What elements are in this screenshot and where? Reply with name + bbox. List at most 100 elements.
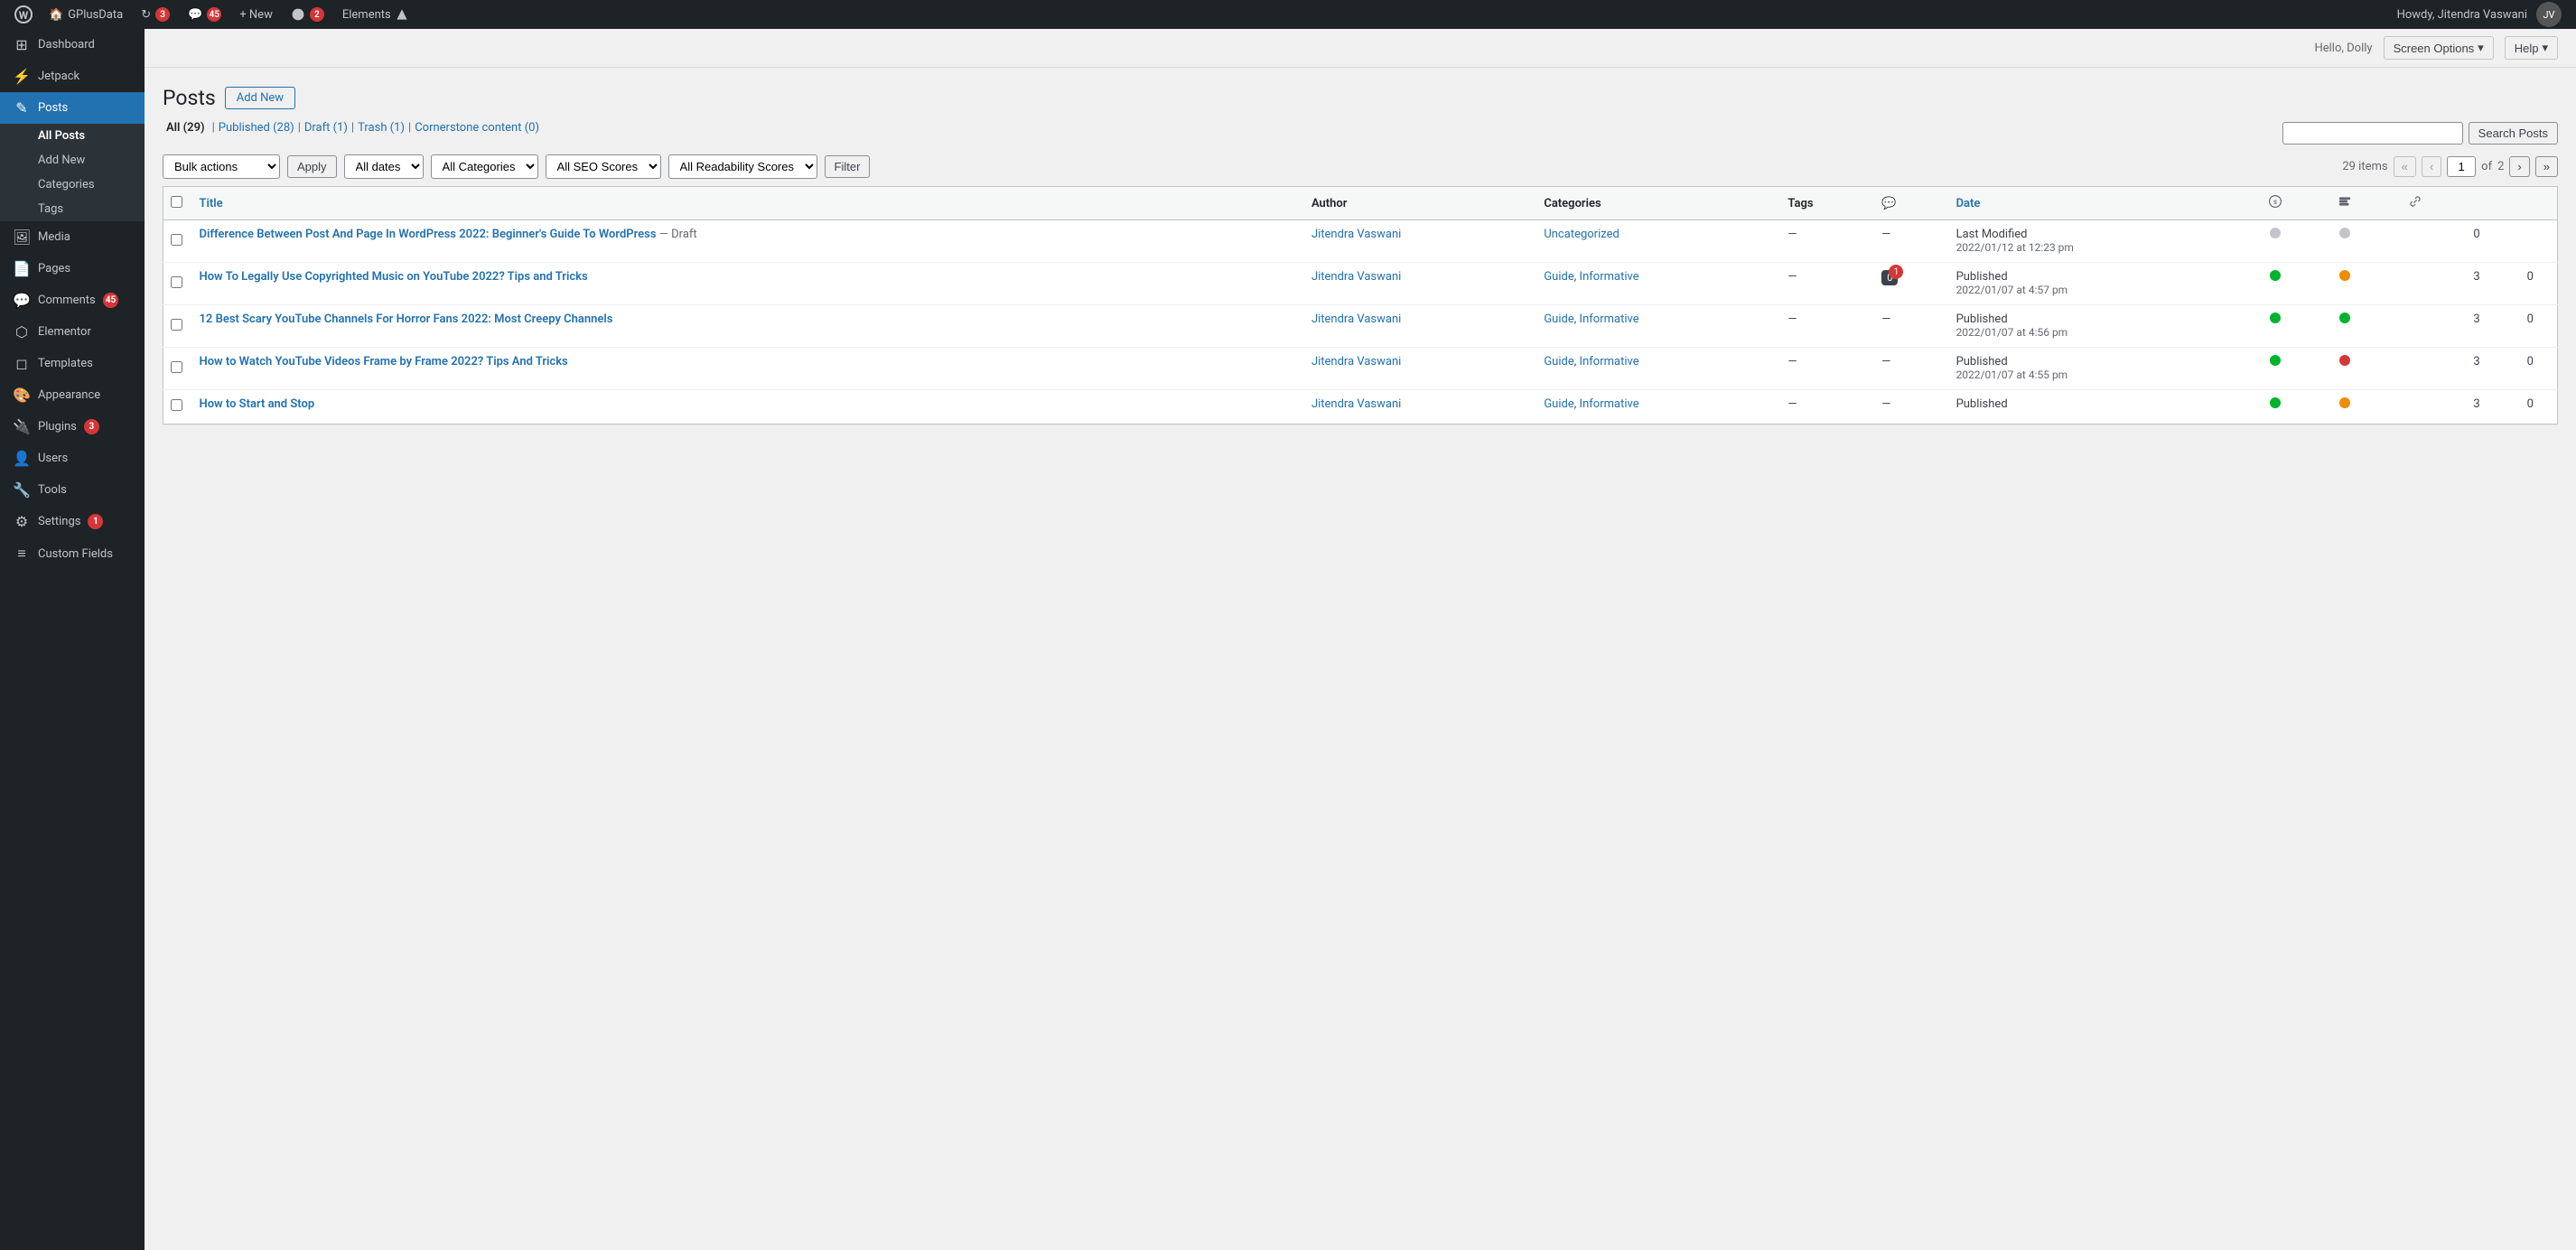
apply-button[interactable]: Apply [287,155,337,178]
wp-content: Hello, Dolly Screen Options ▾ Help ▾ Pos… [145,29,2576,1250]
post-count1-cell: 3 [2450,348,2504,390]
post-title-link[interactable]: How To Legally Use Copyrighted Music on … [200,270,588,284]
sidebar-item-media[interactable]: 🖼 Media [0,221,145,253]
posts-table: Title Author Categories Tags 💬 Date [163,186,2558,424]
adminbar-avatar[interactable]: JV [2536,2,2562,27]
post-title-cell: How To Legally Use Copyrighted Music on … [191,263,1302,305]
sidebar-item-pages[interactable]: 📄 Pages [0,253,145,285]
title-sort-link[interactable]: Title [200,197,223,210]
submenu-tags[interactable]: Tags [0,197,145,221]
post-category-link[interactable]: Informative [1580,355,1639,368]
adminbar-comments[interactable]: 💬 45 [179,0,230,29]
filter-cornerstone[interactable]: Cornerstone content (0) [415,121,539,135]
comment-bubble-wrapper: 0 1 [1881,270,1898,285]
post-title-link[interactable]: 12 Best Scary YouTube Channels For Horro… [200,312,613,326]
sidebar-item-dashboard[interactable]: ⊞ Dashboard [0,29,145,61]
first-page-button[interactable]: « [2394,156,2416,177]
date-sort-link[interactable]: Date [1956,197,1981,210]
post-category-link[interactable]: Informative [1580,312,1639,326]
sidebar-item-settings[interactable]: ⚙ Settings 1 [0,506,145,537]
post-category-link[interactable]: Informative [1580,270,1639,284]
post-category-link[interactable]: Uncategorized [1544,228,1619,241]
sidebar-item-plugins[interactable]: 🔌 Plugins 3 [0,411,145,443]
post-count2-cell [2503,220,2557,263]
post-seo-cell [2240,263,2310,305]
post-links-cell [2380,390,2450,424]
svg-text:S: S [2273,199,2277,206]
seo-dot [2270,270,2281,281]
sidebar-item-comments[interactable]: 💬 Comments 45 [0,285,145,316]
post-author-link[interactable]: Jitendra Vaswani [1311,355,1401,368]
post-title-cell: 12 Best Scary YouTube Channels For Horro… [191,305,1302,348]
sidebar-item-elementor[interactable]: ⬡ Elementor [0,316,145,348]
post-count1-cell: 3 [2450,390,2504,424]
submenu-categories[interactable]: Categories [0,173,145,197]
filter-draft[interactable]: Draft (1) [304,121,348,135]
submenu-all-posts[interactable]: All Posts [0,124,145,148]
readability-filter-select[interactable]: All Readability Scores [668,154,817,179]
filter-trash[interactable]: Trash (1) [358,121,405,135]
sidebar-item-custom-fields[interactable]: ≡ Custom Fields [0,537,145,570]
adminbar-updates[interactable]: ↻ 3 [132,0,179,29]
submenu-add-new[interactable]: Add New [0,148,145,173]
categories-filter-select[interactable]: All Categories [431,154,538,179]
help-chevron-icon: ▾ [2542,41,2548,55]
sidebar-item-users[interactable]: 👤 Users [0,443,145,474]
dates-filter-select[interactable]: All dates [344,154,424,179]
row-checkbox-cell [163,348,191,390]
next-page-button[interactable]: › [2509,156,2529,177]
adminbar-yoast[interactable]: 2 [282,0,333,29]
post-author-link[interactable]: Jitendra Vaswani [1311,397,1401,411]
post-categories-cell: Guide, Informative [1535,305,1778,348]
current-page-input[interactable] [2447,156,2476,177]
post-category-link[interactable]: Guide [1544,397,1573,411]
help-button[interactable]: Help ▾ [2505,36,2558,60]
screen-options-button[interactable]: Screen Options ▾ [2384,36,2494,60]
sidebar-item-jetpack[interactable]: ⚡ Jetpack [0,61,145,92]
add-new-button[interactable]: Add New [225,87,295,109]
row-checkbox[interactable] [171,361,182,373]
search-input[interactable] [2282,122,2463,145]
post-categories-cell: Guide, Informative [1535,263,1778,305]
post-author-link[interactable]: Jitendra Vaswani [1311,228,1401,241]
row-checkbox[interactable] [171,319,182,331]
wp-wrap: ⊞ Dashboard ⚡ Jetpack ✎ Posts All Posts … [0,29,2576,1250]
post-category-link[interactable]: Guide [1544,355,1573,368]
post-category-link[interactable]: Guide [1544,270,1573,284]
filter-button[interactable]: Filter [825,155,871,178]
filter-all[interactable]: All (29) [163,121,209,135]
row-checkbox[interactable] [171,276,182,288]
filter-published[interactable]: Published (28) [219,121,294,135]
post-links-cell [2380,220,2450,263]
sidebar-item-templates[interactable]: ◻ Templates [0,348,145,379]
post-readability-cell [2310,263,2380,305]
sidebar-item-tools[interactable]: 🔧 Tools [0,474,145,506]
row-checkbox[interactable] [171,399,182,411]
post-title-link[interactable]: How to Watch YouTube Videos Frame by Fra… [200,355,568,368]
sidebar-item-posts[interactable]: ✎ Posts [0,92,145,124]
prev-page-button[interactable]: ‹ [2422,156,2441,177]
post-author-link[interactable]: Jitendra Vaswani [1311,312,1401,326]
row-checkbox[interactable] [171,234,182,246]
last-page-button[interactable]: » [2535,156,2558,177]
subsubsub: All (29) | Published (28) | Draft (1) | … [163,121,539,135]
bulk-actions-select[interactable]: Bulk actions [163,154,280,179]
select-all-checkbox[interactable] [171,196,182,208]
table-row: 12 Best Scary YouTube Channels For Horro… [163,305,2558,348]
adminbar-site-name[interactable]: 🏠 GPlusData [40,0,132,29]
post-title-cell: Difference Between Post And Page In Word… [191,220,1302,263]
adminbar-elements[interactable]: Elements [333,0,417,29]
post-author-link[interactable]: Jitendra Vaswani [1311,270,1401,284]
post-category-link[interactable]: Informative [1580,397,1639,411]
post-title-link[interactable]: How to Start and Stop [200,397,315,411]
wp-logo[interactable]: W [7,0,40,29]
search-posts-button[interactable]: Search Posts [2469,122,2558,145]
adminbar-new[interactable]: + New [230,0,282,29]
post-links-cell [2380,305,2450,348]
sidebar-item-appearance[interactable]: 🎨 Appearance [0,379,145,411]
seo-scores-filter-select[interactable]: All SEO Scores [546,154,661,179]
posts-tbody: Difference Between Post And Page In Word… [163,220,2558,424]
post-category-link[interactable]: Guide [1544,312,1573,326]
th-categories: Categories [1535,187,1778,220]
post-title-link[interactable]: Difference Between Post And Page In Word… [200,228,657,241]
